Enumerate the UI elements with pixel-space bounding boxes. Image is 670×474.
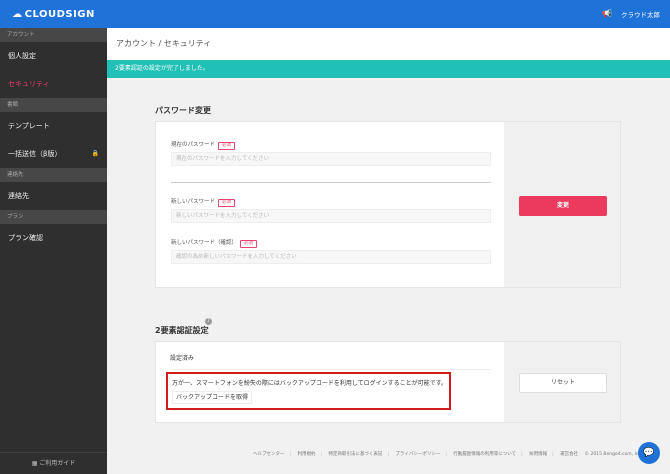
guide-link[interactable]: ▦ ご利用ガイド [0, 452, 107, 474]
top-bar: 📢 クラウド太郎 [107, 0, 670, 28]
change-password-button[interactable]: 変更 [519, 196, 607, 216]
breadcrumb: アカウント / セキュリティ [107, 28, 670, 60]
footer-link-privacy[interactable]: プライバシーポリシー [395, 452, 440, 457]
sidebar-item-bulk-send[interactable]: 一括送信（β版） 🔒 [0, 140, 107, 168]
footer-link-behavior[interactable]: 行動履歴情報の利用等について [453, 452, 516, 457]
footer: ヘルプセンター | 利用規約 | 特定商取引法に基づく表記 | プライバシーポリシー |… [253, 452, 643, 457]
grid-icon: ▦ [31, 460, 38, 467]
password-panel: 現在のパスワード必須 新しいパスワード必須 新しいパスワード（確認）必須 変更 [155, 121, 621, 288]
footer-link-careers[interactable]: 採用情報 [529, 452, 547, 457]
chat-icon[interactable]: 💬 [638, 442, 660, 464]
reset-button[interactable]: リセット [519, 373, 607, 393]
sidebar-section-plan: プラン [0, 210, 107, 224]
confirm-password-label: 新しいパスワード（確認） 必須 [171, 238, 258, 248]
megaphone-icon[interactable]: 📢 [602, 9, 612, 18]
sidebar-item-label: 一括送信（β版） [8, 150, 62, 158]
divider [171, 369, 491, 370]
footer-link-commerce[interactable]: 特定商取引法に基づく表記 [328, 452, 382, 457]
required-badge: 必須 [218, 142, 236, 150]
success-banner: 2要素認証の設定が完了しました。 [107, 60, 670, 78]
password-section-title: パスワード変更 [155, 106, 211, 115]
required-badge: 必須 [218, 199, 236, 207]
sidebar-section-contacts: 連絡先 [0, 168, 107, 182]
current-password-input[interactable] [171, 152, 491, 166]
copyright: © 2015 Bengo4.com, Inc. [584, 452, 643, 457]
footer-link-company[interactable]: 運営会社 [560, 452, 578, 457]
two-factor-section-title: 2要素認証設定 [155, 326, 209, 335]
sidebar-item-templates[interactable]: テンプレート [0, 112, 107, 140]
user-menu[interactable]: クラウド太郎 [621, 9, 660, 19]
sidebar-item-plan[interactable]: プラン確認 [0, 224, 107, 252]
guide-label: ご利用ガイド [39, 460, 76, 467]
sidebar-section-account: アカウント [0, 28, 107, 42]
brand-name: CLOUDSIGN [24, 8, 95, 20]
divider [171, 182, 491, 183]
highlight-box [166, 372, 451, 410]
two-factor-status: 設定済み [170, 355, 195, 362]
help-icon[interactable]: ? [205, 318, 212, 325]
new-password-label: 新しいパスワード 必須 [171, 197, 236, 207]
sidebar-item-security[interactable]: セキュリティ [0, 70, 107, 98]
sidebar: ☁ CLOUDSIGN アカウント 個人設定 セキュリティ 書類 テンプレート … [0, 0, 107, 474]
lock-icon: 🔒 [91, 150, 99, 157]
footer-link-help[interactable]: ヘルプセンター [253, 452, 285, 457]
logo[interactable]: ☁ CLOUDSIGN [0, 0, 107, 28]
footer-link-terms[interactable]: 利用規約 [297, 452, 315, 457]
new-password-input[interactable] [171, 209, 491, 223]
current-password-label: 現在のパスワード 必須 [171, 140, 236, 150]
sidebar-item-contacts[interactable]: 連絡先 [0, 182, 107, 210]
sidebar-item-personal-settings[interactable]: 個人設定 [0, 42, 107, 70]
sidebar-section-documents: 書類 [0, 98, 107, 112]
cloud-icon: ☁ [12, 8, 23, 20]
required-badge: 必須 [240, 240, 258, 248]
confirm-password-input[interactable] [171, 250, 491, 264]
